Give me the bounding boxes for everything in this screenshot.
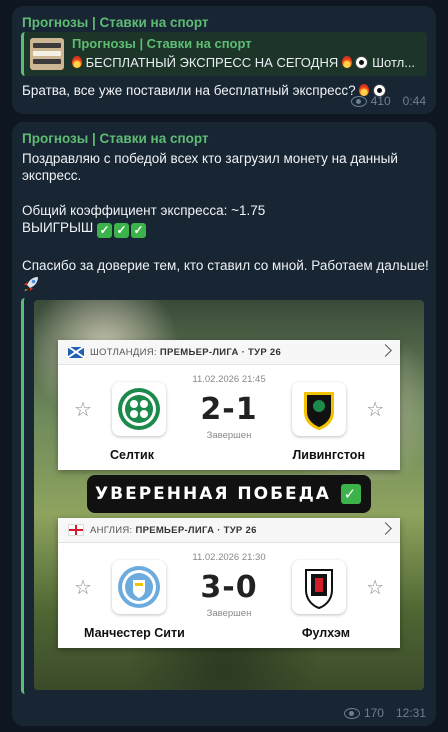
match-country: ШОТЛАНДИЯ: <box>90 346 157 358</box>
message-text-line2: Общий коэффициент экспресса: ~1.75 <box>22 203 266 218</box>
away-team-name: Ливингстон <box>292 448 365 462</box>
chevron-right-icon <box>379 344 392 357</box>
views-count: 170 <box>363 706 384 720</box>
reply-text: БЕСПЛАТНЫЙ ЭКСПРЕСС НА СЕГОДНЯ Шотл... <box>72 55 424 70</box>
views-icon <box>343 707 360 719</box>
reply-sender: Прогнозы | Ставки на спорт <box>72 36 252 51</box>
match-card: ШОТЛАНДИЯ: ПРЕМЬЕР-ЛИГА · ТУР 26 11.02.2… <box>58 340 400 470</box>
message-meta: 170 12:31 <box>343 706 426 720</box>
check-mark-icon: ✓ <box>131 223 147 238</box>
message-time: 0:44 <box>402 94 426 108</box>
reply-thumbnail <box>30 38 64 70</box>
match-header: АНГЛИЯ: ПРЕМЬЕР-ЛИГА · ТУР 26 <box>58 518 400 543</box>
victory-banner: УВЕРЕННАЯ ПОБЕДА ✓ <box>87 475 371 513</box>
views-icon <box>350 95 367 107</box>
match-status: Завершен <box>206 430 252 441</box>
chevron-right-icon <box>379 522 392 535</box>
match-score: 2-1 <box>200 392 258 427</box>
match-score: 3-0 <box>200 570 258 605</box>
message-bubble-1[interactable]: Прогнозы | Ставки на спорт Прогнозы | Ст… <box>12 6 436 114</box>
message-text-line3: ВЫИГРЫШ ✓ ✓ ✓ <box>22 219 148 238</box>
match-status: Завершен <box>206 608 252 619</box>
message-meta: 410 0:44 <box>350 94 426 108</box>
message-bubble-2[interactable]: Прогнозы | Ставки на спорт Поздравляю с … <box>12 122 436 726</box>
reply-preview[interactable]: Прогнозы | Ставки на спорт БЕСПЛАТНЫЙ ЭК… <box>21 32 427 76</box>
rocket-icon <box>24 277 38 291</box>
views-count: 410 <box>370 94 391 108</box>
fire-icon <box>341 56 352 68</box>
results-image: ШОТЛАНДИЯ: ПРЕМЬЕР-ЛИГА · ТУР 26 11.02.2… <box>34 300 424 690</box>
away-team-name: Фулхэм <box>301 626 350 640</box>
message-image[interactable]: ШОТЛАНДИЯ: ПРЕМЬЕР-ЛИГА · ТУР 26 11.02.2… <box>21 298 427 694</box>
check-mark-icon: ✓ <box>97 223 113 238</box>
match-card: АНГЛИЯ: ПРЕМЬЕР-ЛИГА · ТУР 26 11.02.2026… <box>58 518 400 648</box>
match-league: ПРЕМЬЕР-ЛИГА · ТУР 26 <box>135 524 257 536</box>
scotland-flag-icon <box>68 346 84 358</box>
message-text-line4: Спасибо за доверие тем, кто ставил со мн… <box>22 258 429 273</box>
message-text-line1: Поздравляю с победой всех кто загрузил м… <box>22 151 398 183</box>
match-date: 11.02.2026 21:30 <box>192 552 266 563</box>
sender-name[interactable]: Прогнозы | Ставки на спорт <box>22 15 209 30</box>
fire-icon <box>72 56 82 68</box>
message-time: 12:31 <box>395 706 426 720</box>
home-team-name: Манчестер Сити <box>84 626 185 640</box>
match-header: ШОТЛАНДИЯ: ПРЕМЬЕР-ЛИГА · ТУР 26 <box>58 340 400 365</box>
match-date: 11.02.2026 21:45 <box>192 374 266 385</box>
sender-name[interactable]: Прогнозы | Ставки на спорт <box>22 131 209 146</box>
home-team-name: Селтик <box>110 448 154 462</box>
check-mark-icon: ✓ <box>340 484 361 504</box>
england-flag-icon <box>68 524 84 536</box>
message-text: Братва, все уже поставили на бесплатный … <box>22 82 387 99</box>
soccer-ball-icon <box>355 56 369 69</box>
match-league: ПРЕМЬЕР-ЛИГА · ТУР 26 <box>159 346 282 358</box>
check-mark-icon: ✓ <box>114 223 130 238</box>
match-country: АНГЛИЯ: <box>90 524 133 536</box>
